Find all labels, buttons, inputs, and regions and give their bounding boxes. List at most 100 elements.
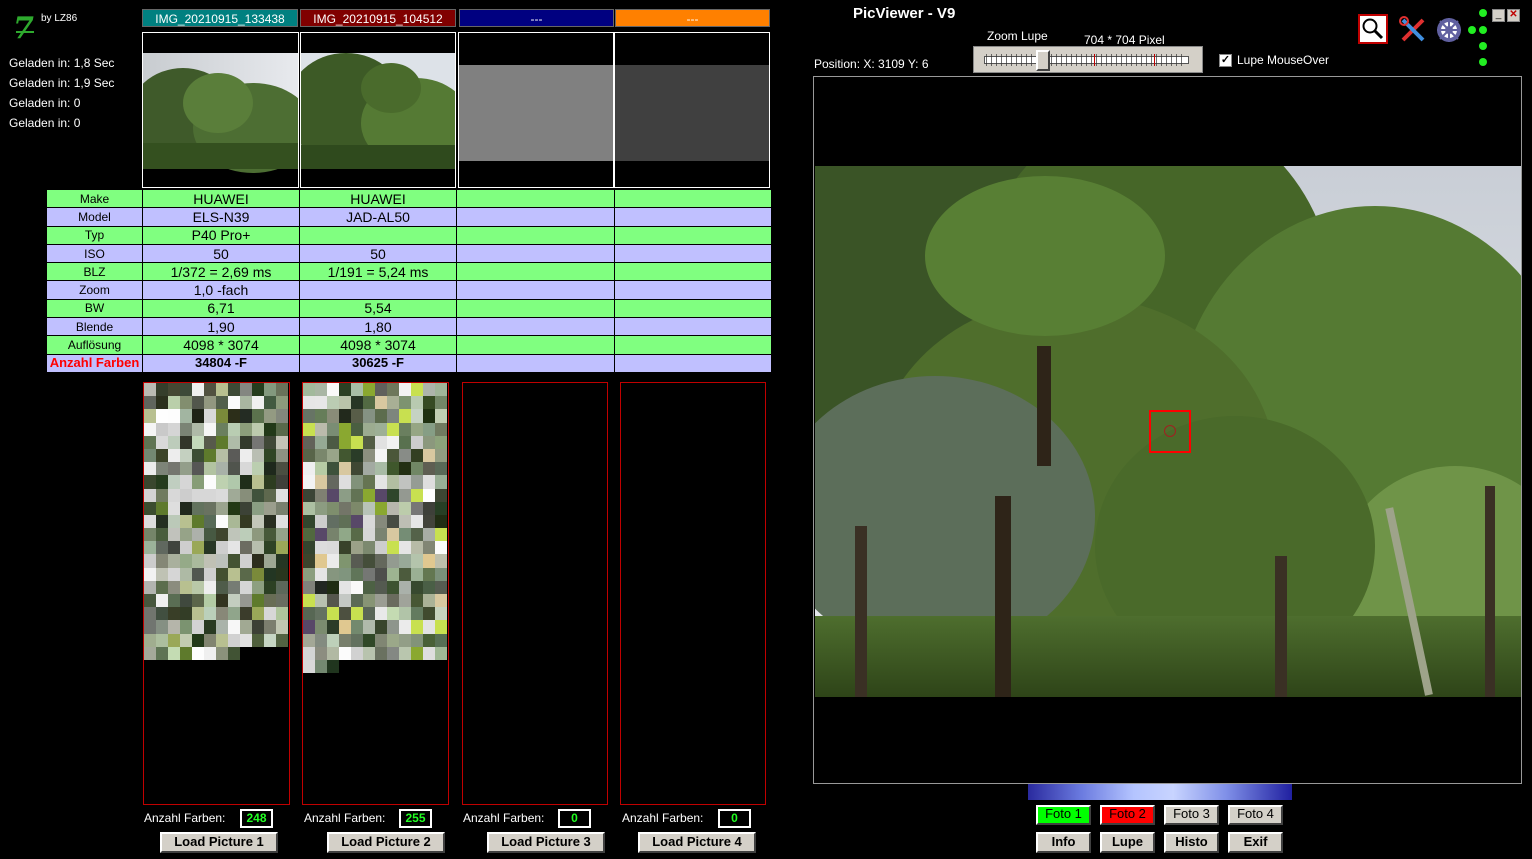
color-swatch bbox=[411, 607, 423, 621]
foto-2-button[interactable]: Foto 2 bbox=[1100, 805, 1155, 825]
color-swatch bbox=[252, 475, 264, 489]
magnifier-icon[interactable] bbox=[1358, 14, 1388, 44]
load-picture-4-button[interactable]: Load Picture 4 bbox=[638, 832, 756, 853]
color-swatch bbox=[156, 422, 168, 436]
color-swatch bbox=[276, 594, 288, 608]
color-swatch bbox=[411, 435, 423, 449]
info-button[interactable]: Info bbox=[1036, 832, 1091, 853]
color-swatch bbox=[303, 383, 315, 397]
color-swatch bbox=[351, 409, 363, 423]
color-swatch bbox=[375, 646, 387, 660]
exif-row-aufloesung: Auflösung 4098 * 3074 4098 * 3074 bbox=[46, 335, 772, 355]
color-swatch bbox=[276, 422, 288, 436]
slot4-count-label: Anzahl Farben: bbox=[622, 811, 704, 825]
slot4-title[interactable]: --- bbox=[615, 9, 770, 27]
color-swatch-grid bbox=[303, 383, 447, 674]
exif-row-typ: Typ P40 Pro+ bbox=[46, 225, 772, 245]
lupe-button[interactable]: Lupe bbox=[1100, 832, 1155, 853]
slot4-thumbnail[interactable] bbox=[614, 32, 770, 188]
slot1-palette bbox=[143, 382, 290, 805]
color-swatch bbox=[435, 607, 447, 621]
histo-button[interactable]: Histo bbox=[1164, 832, 1219, 853]
lupe-selection-box[interactable] bbox=[1149, 410, 1191, 453]
color-swatch bbox=[435, 462, 447, 476]
color-swatch bbox=[144, 620, 156, 634]
color-swatch bbox=[351, 528, 363, 542]
exif-cell: JAD-AL50 bbox=[299, 207, 457, 227]
exif-cell: 4098 * 3074 bbox=[299, 335, 457, 355]
slot2-title[interactable]: IMG_20210915_104512 bbox=[300, 9, 456, 27]
tools-icon[interactable] bbox=[1398, 15, 1428, 45]
color-swatch bbox=[252, 633, 264, 647]
load-picture-2-button[interactable]: Load Picture 2 bbox=[327, 832, 445, 853]
color-swatch bbox=[303, 620, 315, 634]
color-swatch bbox=[192, 620, 204, 634]
zoom-lupe-slider[interactable] bbox=[973, 46, 1203, 73]
color-swatch bbox=[351, 462, 363, 476]
load-picture-3-button[interactable]: Load Picture 3 bbox=[487, 832, 605, 853]
settings-gear-icon[interactable] bbox=[1434, 15, 1464, 45]
color-swatch bbox=[216, 646, 228, 660]
exif-cell bbox=[456, 243, 615, 264]
exif-button[interactable]: Exif bbox=[1228, 832, 1283, 853]
exif-cell bbox=[456, 317, 615, 337]
exif-cell bbox=[614, 317, 772, 337]
color-swatch bbox=[351, 488, 363, 502]
color-swatch bbox=[387, 567, 399, 581]
color-swatch bbox=[387, 422, 399, 436]
exif-cell bbox=[456, 225, 615, 245]
foto-3-button[interactable]: Foto 3 bbox=[1164, 805, 1219, 825]
color-swatch bbox=[276, 567, 288, 581]
color-swatch bbox=[423, 607, 435, 621]
exif-cell: ELS-N39 bbox=[142, 207, 300, 227]
color-swatch bbox=[327, 422, 339, 436]
color-swatch bbox=[399, 475, 411, 489]
foto-4-button[interactable]: Foto 4 bbox=[1228, 805, 1283, 825]
color-swatch bbox=[168, 448, 180, 463]
svg-text:7: 7 bbox=[13, 11, 34, 44]
slot1-thumbnail[interactable] bbox=[142, 32, 299, 188]
color-swatch bbox=[216, 396, 228, 410]
slot3-thumbnail[interactable] bbox=[458, 32, 614, 188]
color-swatch bbox=[168, 514, 180, 529]
color-swatch bbox=[264, 501, 276, 515]
color-swatch bbox=[252, 501, 264, 515]
color-swatch bbox=[423, 462, 435, 476]
color-swatch bbox=[375, 435, 387, 449]
slot2-thumbnail[interactable] bbox=[300, 32, 456, 188]
load-picture-1-button[interactable]: Load Picture 1 bbox=[160, 832, 278, 853]
exif-table: Make HUAWEI HUAWEI Model ELS-N39 JAD-AL5… bbox=[46, 188, 772, 373]
exif-cell bbox=[456, 280, 615, 300]
color-swatch bbox=[216, 501, 228, 515]
foto-1-button[interactable]: Foto 1 bbox=[1036, 805, 1091, 825]
slot3-title[interactable]: --- bbox=[459, 9, 614, 27]
color-swatch bbox=[423, 488, 435, 502]
color-swatch bbox=[435, 541, 447, 555]
status-dot bbox=[1468, 26, 1476, 34]
color-swatch bbox=[315, 620, 327, 634]
lupe-mouseover-checkbox[interactable]: ✓ bbox=[1219, 54, 1232, 67]
minimize-icon[interactable]: _ bbox=[1492, 9, 1505, 22]
color-swatch bbox=[303, 475, 315, 489]
slider-thumb[interactable] bbox=[1036, 50, 1050, 71]
close-icon[interactable]: ✕ bbox=[1507, 9, 1520, 22]
exif-cell bbox=[614, 225, 772, 245]
color-swatch bbox=[327, 383, 339, 397]
color-swatch bbox=[180, 488, 192, 502]
color-swatch bbox=[423, 514, 435, 529]
color-swatch bbox=[168, 567, 180, 581]
color-swatch bbox=[144, 514, 156, 529]
color-swatch bbox=[327, 659, 339, 674]
color-swatch bbox=[375, 396, 387, 410]
color-swatch bbox=[435, 620, 447, 634]
slider-ticks bbox=[986, 54, 1186, 66]
color-swatch bbox=[339, 448, 351, 463]
color-swatch bbox=[399, 528, 411, 542]
exif-row-make: Make HUAWEI HUAWEI bbox=[46, 188, 772, 209]
slot1-title[interactable]: IMG_20210915_133438 bbox=[142, 9, 298, 27]
color-swatch bbox=[204, 448, 216, 463]
color-swatch bbox=[276, 409, 288, 423]
color-swatch bbox=[144, 607, 156, 621]
color-swatch bbox=[315, 409, 327, 423]
color-swatch bbox=[315, 488, 327, 502]
